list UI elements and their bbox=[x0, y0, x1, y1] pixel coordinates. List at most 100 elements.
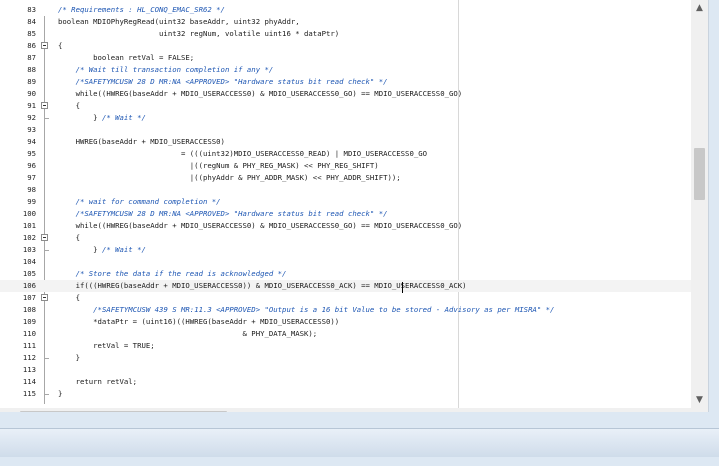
code-token: HWREG(baseAddr + MDIO_USERACCESS0) bbox=[58, 137, 225, 146]
code-token: } bbox=[58, 353, 80, 362]
code-token: { bbox=[58, 233, 80, 242]
scrollbar-corner bbox=[691, 408, 708, 412]
code-line[interactable]: 85 uint32 regNum, volatile uint16 * data… bbox=[0, 28, 708, 40]
code-token: *dataPtr = (uint16)((HWREG(baseAddr + MD… bbox=[58, 317, 340, 326]
code-line[interactable]: 99 /* wait for command completion */ bbox=[0, 196, 708, 208]
code-line[interactable]: 101 while((HWREG(baseAddr + MDIO_USERACC… bbox=[0, 220, 708, 232]
line-number: 84 bbox=[27, 17, 36, 26]
code-token: while((HWREG(baseAddr + MDIO_USERACCESS0… bbox=[58, 221, 463, 230]
code-comment: /*SAFETYMCUSW 28 D MR:NA <APPROVED> "Har… bbox=[75, 209, 388, 218]
code-token: |((regNum & PHY_REG_MASK) << PHY_REG_SHI… bbox=[58, 161, 379, 170]
code-text: /* Store the data if the read is acknowl… bbox=[58, 268, 287, 280]
code-token: { bbox=[58, 101, 80, 110]
code-line[interactable]: 98 bbox=[0, 184, 708, 196]
code-text: { bbox=[58, 40, 62, 52]
code-line[interactable]: 87 boolean retVal = FALSE; bbox=[0, 52, 708, 64]
code-line[interactable]: 105 /* Store the data if the read is ack… bbox=[0, 268, 708, 280]
code-line[interactable]: 107 { bbox=[0, 292, 708, 304]
code-text: & PHY_DATA_MASK); bbox=[58, 328, 318, 340]
horizontal-scrollbar[interactable]: ‹ › bbox=[0, 408, 691, 412]
code-line[interactable]: 115} bbox=[0, 388, 708, 400]
code-line[interactable]: 93 bbox=[0, 124, 708, 136]
code-line[interactable]: 106 if(((HWREG(baseAddr + MDIO_USERACCES… bbox=[0, 280, 708, 292]
fold-collapse-icon[interactable] bbox=[41, 42, 48, 49]
arrow-right-icon[interactable]: › bbox=[675, 408, 691, 412]
code-text: while((HWREG(baseAddr + MDIO_USERACCESS0… bbox=[58, 220, 463, 232]
code-comment: /*SAFETYMCUSW 439 S MR:11.3 <APPROVED> "… bbox=[93, 305, 555, 314]
code-line[interactable]: 111 retVal = TRUE; bbox=[0, 340, 708, 352]
code-line[interactable]: 103 } /* Wait */ bbox=[0, 244, 708, 256]
line-number: 104 bbox=[22, 257, 36, 266]
line-number: 98 bbox=[27, 185, 36, 194]
code-comment: /*SAFETYMCUSW 28 D MR:NA <APPROVED> "Har… bbox=[75, 77, 388, 86]
code-line[interactable]: 112 } bbox=[0, 352, 708, 364]
code-line[interactable]: 92 } /* Wait */ bbox=[0, 112, 708, 124]
line-number: 114 bbox=[22, 377, 36, 386]
line-number: 103 bbox=[22, 245, 36, 254]
line-number: 94 bbox=[27, 137, 36, 146]
code-comment: /* Requirements : HL_CONQ_EMAC_SR62 */ bbox=[58, 5, 225, 14]
line-number: 89 bbox=[27, 77, 36, 86]
code-comment: /* Wait */ bbox=[101, 113, 146, 122]
line-number: 93 bbox=[27, 125, 36, 134]
code-text: { bbox=[58, 232, 80, 244]
code-text: boolean MDIOPhyRegRead(uint32 baseAddr, … bbox=[58, 16, 300, 28]
code-text: /*SAFETYMCUSW 439 S MR:11.3 <APPROVED> "… bbox=[58, 304, 554, 316]
line-number: 96 bbox=[27, 161, 36, 170]
code-text: /*SAFETYMCUSW 28 D MR:NA <APPROVED> "Har… bbox=[58, 76, 388, 88]
code-token: } bbox=[58, 113, 102, 122]
fold-collapse-icon[interactable] bbox=[41, 102, 48, 109]
fold-collapse-icon[interactable] bbox=[41, 294, 48, 301]
code-line[interactable]: 113 bbox=[0, 364, 708, 376]
code-token: return retVal; bbox=[58, 377, 138, 386]
code-line[interactable]: 109 *dataPtr = (uint16)((HWREG(baseAddr … bbox=[0, 316, 708, 328]
code-token: boolean MDIOPhyRegRead(uint32 baseAddr, … bbox=[58, 17, 300, 26]
code-text: } bbox=[58, 352, 80, 364]
code-line[interactable]: 91 { bbox=[0, 100, 708, 112]
code-token: } bbox=[58, 389, 63, 398]
line-number: 109 bbox=[22, 317, 36, 326]
code-line[interactable]: 89 /*SAFETYMCUSW 28 D MR:NA <APPROVED> "… bbox=[0, 76, 708, 88]
code-line[interactable]: 83 /* Requirements : HL_CONQ_EMAC_SR62 */ bbox=[0, 4, 708, 16]
code-line[interactable]: 90 while((HWREG(baseAddr + MDIO_USERACCE… bbox=[0, 88, 708, 100]
code-line[interactable]: 104 bbox=[0, 256, 708, 268]
vertical-scroll-thumb[interactable] bbox=[694, 148, 705, 200]
fold-end-marker bbox=[44, 358, 49, 359]
arrow-down-icon[interactable]: ▼ bbox=[691, 392, 708, 408]
line-number: 95 bbox=[27, 149, 36, 158]
code-line[interactable]: 102 { bbox=[0, 232, 708, 244]
line-number: 86 bbox=[27, 41, 36, 50]
code-lines[interactable]: 83 /* Requirements : HL_CONQ_EMAC_SR62 */… bbox=[0, 4, 708, 400]
code-text: } /* Wait */ bbox=[58, 244, 146, 256]
vertical-scrollbar[interactable]: ▲ ▼ bbox=[691, 0, 708, 408]
code-token: while((HWREG(baseAddr + MDIO_USERACCESS0… bbox=[58, 89, 463, 98]
arrow-up-icon[interactable]: ▲ bbox=[691, 0, 708, 16]
code-text: } /* Wait */ bbox=[58, 112, 146, 124]
horizontal-scroll-thumb[interactable] bbox=[20, 411, 227, 412]
code-line[interactable]: 110 & PHY_DATA_MASK); bbox=[0, 328, 708, 340]
code-text: { bbox=[58, 100, 80, 112]
code-line[interactable]: 100 /*SAFETYMCUSW 28 D MR:NA <APPROVED> … bbox=[0, 208, 708, 220]
code-comment: /* Store the data if the read is acknowl… bbox=[75, 269, 287, 278]
code-line[interactable]: 114 return retVal; bbox=[0, 376, 708, 388]
line-number: 108 bbox=[22, 305, 36, 314]
code-line[interactable]: 84 boolean MDIOPhyRegRead(uint32 baseAddr… bbox=[0, 16, 708, 28]
line-number: 112 bbox=[22, 353, 36, 362]
fold-end-marker bbox=[44, 118, 49, 119]
code-line[interactable]: 108 /*SAFETYMCUSW 439 S MR:11.3 <APPROVE… bbox=[0, 304, 708, 316]
code-editor[interactable]: 83 /* Requirements : HL_CONQ_EMAC_SR62 */… bbox=[0, 0, 709, 412]
code-comment: /* Wait */ bbox=[101, 245, 146, 254]
arrow-left-icon[interactable]: ‹ bbox=[0, 408, 16, 412]
code-line[interactable]: 94 HWREG(baseAddr + MDIO_USERACCESS0) bbox=[0, 136, 708, 148]
code-comment: /* wait for command completion */ bbox=[75, 197, 221, 206]
line-number: 102 bbox=[22, 233, 36, 242]
code-token: |((phyAddr & PHY_ADDR_MASK) << PHY_ADDR_… bbox=[58, 173, 401, 182]
code-line[interactable]: 95 = (((uint32)MDIO_USERACCESS0_READ) | … bbox=[0, 148, 708, 160]
code-token: boolean retVal = FALSE; bbox=[58, 53, 195, 62]
code-line[interactable]: 86 { bbox=[0, 40, 708, 52]
code-line[interactable]: 97 |((phyAddr & PHY_ADDR_MASK) << PHY_AD… bbox=[0, 172, 708, 184]
fold-collapse-icon[interactable] bbox=[41, 234, 48, 241]
code-line[interactable]: 96 |((regNum & PHY_REG_MASK) << PHY_REG_… bbox=[0, 160, 708, 172]
code-line[interactable]: 88 /* Wait till transaction completion i… bbox=[0, 64, 708, 76]
